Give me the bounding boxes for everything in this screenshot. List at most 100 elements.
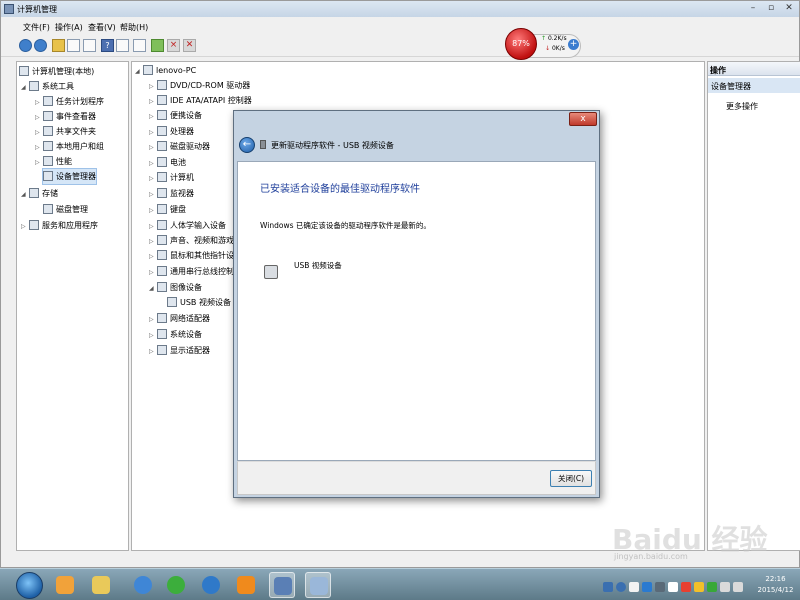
tray-security-icon[interactable]	[681, 582, 691, 592]
tray-signal-icon[interactable]	[720, 582, 730, 592]
device-root[interactable]: ◢ lenovo-PC	[135, 63, 196, 78]
tree-item-services-applications[interactable]: ▷ 服务和应用程序	[21, 218, 98, 233]
taskbar-app-browser-2[interactable]	[198, 572, 224, 598]
taskbar-app-update-driver[interactable]	[305, 572, 331, 598]
expand-arrow-icon[interactable]: ▷	[35, 95, 43, 110]
menu-help[interactable]: 帮助(H)	[120, 22, 148, 33]
device-category[interactable]: ▷ 电池	[149, 155, 186, 170]
tree-item-device-manager[interactable]: 设备管理器	[42, 168, 97, 185]
collapse-arrow-icon[interactable]: ◢	[149, 281, 157, 296]
show-hide-tree-icon[interactable]	[67, 39, 80, 52]
expand-arrow-icon[interactable]: ▷	[149, 187, 157, 202]
tray-network-icon[interactable]	[603, 582, 613, 592]
device-category[interactable]: ▷ 处理器	[149, 124, 194, 139]
tree-item-task-scheduler[interactable]: ▷ 任务计划程序	[35, 94, 104, 109]
menu-action[interactable]: 操作(A)	[55, 22, 83, 33]
expand-plus-icon[interactable]: +	[568, 39, 579, 50]
collapse-arrow-icon[interactable]: ◢	[21, 187, 29, 202]
tray-battery-icon[interactable]	[707, 582, 717, 592]
network-monitor-widget[interactable]: 87% ↑ 0.2K/s ↓ 0K/s +	[505, 28, 583, 62]
device-category[interactable]: ▷ 键盘	[149, 202, 186, 217]
close-window-button[interactable]: ✕	[781, 2, 797, 15]
tray-warning-icon[interactable]	[694, 582, 704, 592]
menu-view[interactable]: 查看(V)	[88, 22, 116, 33]
device-category[interactable]: ▷ 磁盘驱动器	[149, 139, 210, 154]
help-icon[interactable]: ?	[101, 39, 114, 52]
expand-arrow-icon[interactable]: ▷	[149, 219, 157, 234]
tray-volume-icon[interactable]	[733, 582, 743, 592]
uninstall-device-icon[interactable]: ✕	[183, 39, 196, 52]
taskbar-app-browser[interactable]	[163, 572, 189, 598]
expand-arrow-icon[interactable]: ▷	[149, 79, 157, 94]
start-button[interactable]	[16, 572, 43, 599]
taskbar-app-media-player[interactable]	[130, 572, 156, 598]
menu-file[interactable]: 文件(F)	[23, 22, 50, 33]
taskbar-app-computer-management[interactable]	[269, 572, 295, 598]
expand-arrow-icon[interactable]: ▷	[149, 109, 157, 124]
tree-item-local-users[interactable]: ▷ 本地用户和组	[35, 139, 104, 154]
taskbar-app-messenger[interactable]	[52, 572, 78, 598]
scan-hardware-icon[interactable]	[133, 39, 146, 52]
tree-item-storage[interactable]: ◢ 存储	[21, 186, 58, 201]
device-category[interactable]: ▷ DVD/CD-ROM 驱动器	[149, 78, 250, 93]
properties-icon[interactable]	[83, 39, 96, 52]
up-folder-icon[interactable]	[52, 39, 65, 52]
device-category[interactable]: ▷ 便携设备	[149, 108, 202, 123]
close-button[interactable]: 关闭(C)	[550, 470, 592, 487]
taskbar-clock[interactable]: 22:16 2015/4/12	[753, 574, 798, 596]
show-action-pane-icon[interactable]	[116, 39, 129, 52]
expand-arrow-icon[interactable]: ▷	[35, 140, 43, 155]
taskbar-app-explorer[interactable]	[88, 572, 114, 598]
taskbar-app-media[interactable]	[233, 572, 259, 598]
device-category[interactable]: ▷ IDE ATA/ATAPI 控制器	[149, 93, 252, 108]
expand-arrow-icon[interactable]: ▷	[35, 110, 43, 125]
collapse-arrow-icon[interactable]: ◢	[135, 64, 143, 79]
forward-icon[interactable]	[34, 39, 47, 52]
back-icon[interactable]	[19, 39, 32, 52]
device-category[interactable]: ◢ 图像设备	[149, 280, 202, 295]
tray-shield-icon[interactable]	[629, 582, 639, 592]
expand-arrow-icon[interactable]: ▷	[35, 155, 43, 170]
expand-arrow-icon[interactable]: ▷	[149, 312, 157, 327]
update-driver-icon[interactable]	[151, 39, 164, 52]
back-arrow-icon[interactable]: ←	[239, 137, 255, 153]
tree-item-shared-folders[interactable]: ▷ 共享文件夹	[35, 124, 96, 139]
tray-bluetooth-icon[interactable]	[655, 582, 665, 592]
device-category[interactable]: ▷ 网络适配器	[149, 311, 210, 326]
expand-arrow-icon[interactable]: ▷	[149, 344, 157, 359]
disable-device-icon[interactable]: ×	[167, 39, 180, 52]
expand-arrow-icon[interactable]: ▷	[149, 203, 157, 218]
device-category[interactable]: ▷ 计算机	[149, 170, 194, 185]
maximize-button[interactable]: ▫	[763, 2, 779, 15]
device-category[interactable]: ▷ 监视器	[149, 186, 194, 201]
dialog-close-x-button[interactable]: x	[569, 112, 597, 126]
expand-arrow-icon[interactable]: ▷	[149, 265, 157, 280]
device-category[interactable]: ▷ 显示适配器	[149, 343, 210, 358]
expand-arrow-icon[interactable]: ▷	[149, 249, 157, 264]
expand-arrow-icon[interactable]: ▷	[149, 140, 157, 155]
device-category[interactable]: ▷ 人体学输入设备	[149, 218, 226, 233]
more-actions-link[interactable]: 更多操作	[726, 99, 758, 114]
expand-arrow-icon[interactable]: ▷	[149, 94, 157, 109]
minimize-button[interactable]: –	[745, 2, 761, 15]
expand-arrow-icon[interactable]: ▷	[149, 171, 157, 186]
tree-item-disk-management[interactable]: 磁盘管理	[43, 202, 88, 217]
tree-item-event-viewer[interactable]: ▷ 事件查看器	[35, 109, 96, 124]
expand-arrow-icon[interactable]: ▷	[149, 125, 157, 140]
expand-arrow-icon[interactable]: ▷	[21, 219, 29, 234]
collapse-arrow-icon[interactable]: ◢	[21, 80, 29, 95]
tray-app-icon[interactable]	[668, 582, 678, 592]
actions-section-device-manager[interactable]: 设备管理器	[708, 78, 800, 93]
expand-arrow-icon[interactable]: ▷	[35, 125, 43, 140]
device-usb-video[interactable]: USB 视频设备	[167, 295, 231, 310]
expand-arrow-icon[interactable]: ▷	[149, 156, 157, 171]
tree-item-system-tools[interactable]: ◢ 系统工具	[21, 79, 74, 94]
tray-cloud-icon[interactable]	[642, 582, 652, 592]
device-category[interactable]: ▷ 系统设备	[149, 327, 202, 342]
tray-help-icon[interactable]	[616, 582, 626, 592]
tree-item-performance[interactable]: ▷ 性能	[35, 154, 72, 169]
device-category[interactable]: ▷ 通用串行总线控制器	[149, 264, 242, 279]
expand-arrow-icon[interactable]: ▷	[149, 234, 157, 249]
tree-item-computer-management[interactable]: 计算机管理(本地)	[19, 64, 94, 79]
expand-arrow-icon[interactable]: ▷	[149, 328, 157, 343]
